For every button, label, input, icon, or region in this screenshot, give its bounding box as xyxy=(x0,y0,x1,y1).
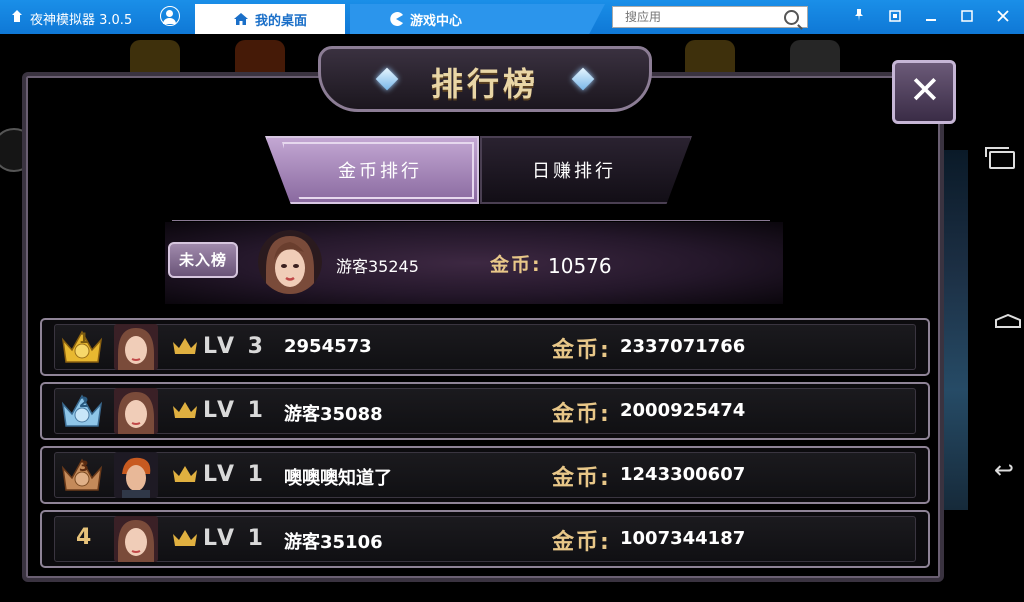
minimize-icon[interactable] xyxy=(920,6,942,28)
player-name: 2954573 xyxy=(284,336,372,357)
level-crown-icon xyxy=(173,338,197,354)
home-icon xyxy=(233,13,248,25)
my-coin-value: 10576 xyxy=(548,254,612,278)
search-input[interactable] xyxy=(623,9,777,25)
player-avatar[interactable] xyxy=(114,388,158,434)
coin-label: 金币: xyxy=(552,338,611,363)
level-crown-icon xyxy=(173,530,197,546)
ranking-row[interactable]: 4 LV 1 游客35106 金币: 1007344187 xyxy=(40,510,930,568)
player-name: 游客35106 xyxy=(284,532,383,553)
tab-daily-earnings[interactable]: 日赚排行 xyxy=(480,136,692,204)
ranking-row[interactable]: 3 LV 1 噢噢噢知道了 金币: 1243300607 xyxy=(40,446,930,504)
dialog-title-plaque: 排行榜 xyxy=(318,46,652,112)
my-coin-label: 金币: xyxy=(490,254,542,276)
coin-value: 1007344187 xyxy=(620,528,746,549)
rank-number: 4 xyxy=(76,525,92,550)
coin-value: 2000925474 xyxy=(620,400,746,421)
player-avatar[interactable] xyxy=(114,516,158,562)
player-avatar[interactable] xyxy=(114,324,158,370)
app-logo-icon xyxy=(12,10,22,22)
unranked-badge: 未入榜 xyxy=(168,242,238,278)
ranking-row[interactable]: 1 LV 3 2954573 金币: 2337071766 xyxy=(40,318,930,376)
search-box[interactable] xyxy=(612,6,808,28)
player-level: LV 3 xyxy=(203,334,266,359)
coin-value: 1243300607 xyxy=(620,464,746,485)
coin-label: 金币: xyxy=(552,466,611,491)
coin-value: 2337071766 xyxy=(620,336,746,357)
level-crown-icon xyxy=(173,466,197,482)
tab-my-desktop[interactable]: 我的桌面 xyxy=(195,4,345,34)
back-nav-icon[interactable]: ↩ xyxy=(994,458,1024,482)
player-name: 游客35088 xyxy=(284,404,383,425)
tab-strip-decoration xyxy=(500,4,605,34)
my-player-name: 游客35245 xyxy=(336,257,419,276)
restore-icon[interactable] xyxy=(884,6,906,28)
recent-apps-icon[interactable] xyxy=(985,147,1015,169)
player-avatar[interactable] xyxy=(114,452,158,498)
close-icon: ✕ xyxy=(909,68,941,112)
close-dialog-button[interactable]: ✕ xyxy=(892,60,956,124)
home-nav-icon[interactable] xyxy=(994,314,1022,328)
tab-my-desktop-label: 我的桌面 xyxy=(254,13,307,29)
coin-label: 金币: xyxy=(552,530,611,555)
tab-daily-earnings-label: 日赚排行 xyxy=(532,161,616,182)
player-level: LV 1 xyxy=(203,462,266,487)
android-navigation-bar: ↩ xyxy=(968,34,1024,602)
maximize-icon[interactable] xyxy=(956,6,978,28)
rank-number: 1 xyxy=(79,331,89,347)
background-content-peek xyxy=(944,150,968,510)
level-crown-icon xyxy=(173,402,197,418)
player-level: LV 1 xyxy=(203,398,266,423)
tab-coin-ranking-label: 金币排行 xyxy=(338,161,422,182)
rank-number: 3 xyxy=(79,459,89,475)
app-title: 夜神模拟器 3.0.5 xyxy=(30,13,133,28)
dialog-title: 排行榜 xyxy=(430,65,539,103)
divider xyxy=(172,220,770,221)
tab-coin-ranking[interactable]: 金币排行 xyxy=(265,136,479,204)
rank-number: 2 xyxy=(79,395,89,411)
coin-label: 金币: xyxy=(552,402,611,427)
tab-game-center-label: 游戏中心 xyxy=(409,13,462,29)
user-account-icon[interactable] xyxy=(160,6,180,26)
search-icon[interactable] xyxy=(784,10,799,25)
close-window-icon[interactable] xyxy=(992,6,1014,28)
ranking-row[interactable]: 2 LV 1 游客35088 金币: 2000925474 xyxy=(40,382,930,440)
emulator-titlebar: 夜神模拟器 3.0.5 我的桌面 游戏中心 xyxy=(0,0,1024,34)
player-level: LV 1 xyxy=(203,526,266,551)
pin-icon[interactable] xyxy=(848,6,870,28)
pacman-icon xyxy=(390,12,403,26)
my-avatar[interactable] xyxy=(258,230,322,294)
tab-game-center[interactable]: 游戏中心 xyxy=(350,4,500,34)
player-name: 噢噢噢知道了 xyxy=(284,468,392,489)
